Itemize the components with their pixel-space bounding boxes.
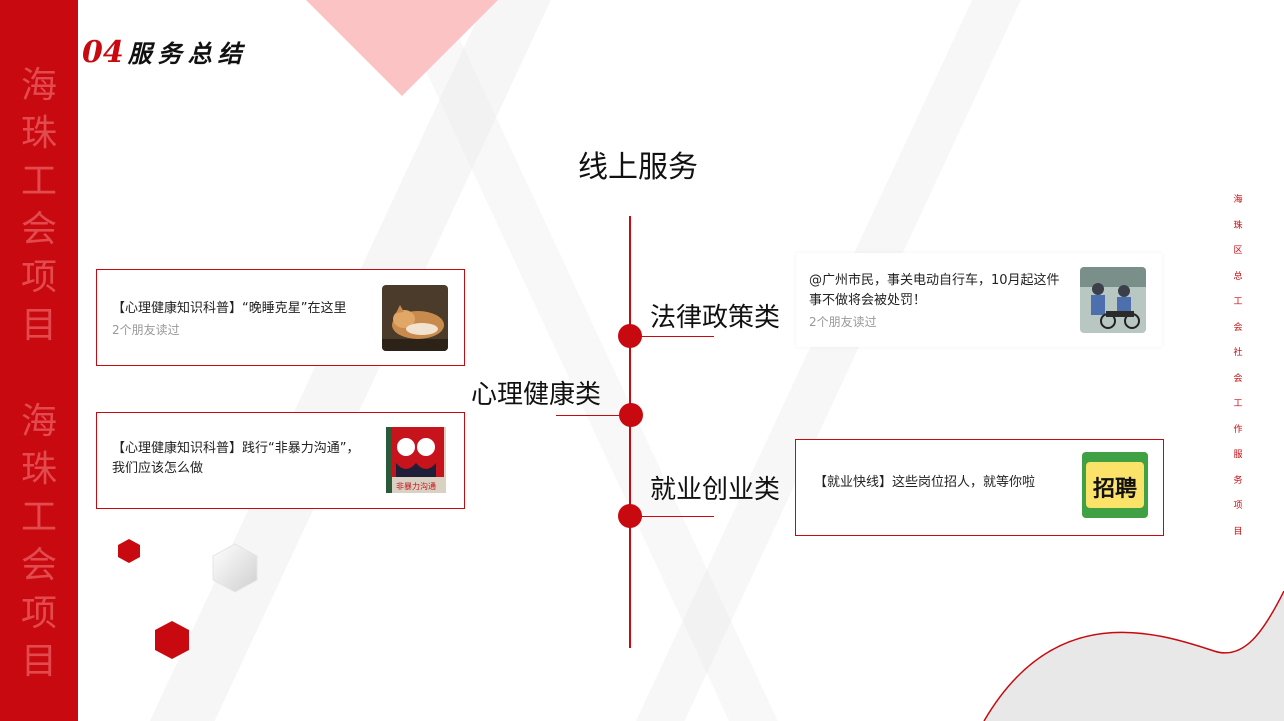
side-band-char: 工 (20, 161, 57, 202)
project-label-char: 总 (1233, 271, 1243, 282)
project-label-char: 工 (1233, 297, 1243, 307)
article-title: 【就业快线】这些岗位招人，就等你啦 (814, 475, 1036, 490)
connector-mental (556, 415, 630, 416)
police-thumbnail (1080, 267, 1146, 333)
side-band-char: 海 (20, 401, 57, 442)
category-mental: 心理健康类 (471, 380, 602, 410)
side-band-char: 项 (20, 593, 57, 634)
decor-triangle (306, 0, 498, 96)
side-band-char: 目 (20, 641, 57, 682)
side-band-char: 项 (20, 257, 57, 298)
project-label-char: 工 (1233, 399, 1243, 409)
main-title: 线上服务 (578, 150, 698, 185)
book-thumbnail: 非暴力沟通 (386, 427, 446, 493)
project-label-char: 务 (1233, 475, 1243, 486)
side-band-char: 会 (20, 545, 57, 586)
side-band-char: 珠 (20, 449, 57, 490)
read-count: 2个朋友读过 (809, 315, 877, 329)
side-band-char: 会 (20, 209, 57, 250)
side-band-char: 目 (20, 305, 57, 346)
project-label-char: 区 (1233, 246, 1243, 256)
connector-employment (630, 516, 714, 517)
section-number: 04 (82, 35, 124, 70)
project-vertical-label: 海珠区总工会社会工作服务项目 (1232, 188, 1244, 545)
side-band-char: 珠 (20, 113, 57, 154)
hexagon-small-red (118, 539, 140, 563)
project-label-char: 海 (1233, 195, 1243, 205)
timeline-line (629, 216, 631, 648)
book-title-text: 非暴力沟通 (396, 481, 436, 491)
hexagon-red (155, 621, 189, 659)
article-card-jobs[interactable]: 【就业快线】这些岗位招人，就等你啦 招聘 (795, 439, 1164, 536)
article-card-sleep[interactable]: 【心理健康知识科普】“晚睡克星”在这里 2个朋友读过 (96, 269, 465, 366)
police-photo-image (1080, 267, 1146, 333)
hiring-text: 招聘 (1093, 477, 1137, 502)
book-cover-image: 非暴力沟通 (386, 427, 446, 493)
hexagon-white (212, 543, 258, 593)
section-title: 服务总结 (127, 39, 248, 68)
project-label-char: 会 (1233, 322, 1243, 333)
side-band-char: 工 (20, 497, 57, 538)
article-card-ebike[interactable]: @广州市民，事关电动自行车，10月起这件事不做将会被处罚！ 2个朋友读过 (796, 253, 1162, 347)
category-law: 法律政策类 (650, 303, 781, 333)
project-label-char: 社 (1233, 348, 1243, 358)
project-label-char: 珠 (1233, 220, 1243, 231)
article-card-communication[interactable]: 【心理健康知识科普】践行“非暴力沟通”，我们应该怎么做 非暴力沟通 (96, 412, 465, 509)
side-band: 海珠工会项目海珠工会项目 (0, 0, 78, 721)
article-title: @广州市民，事关电动自行车，10月起这件事不做将会被处罚！ (809, 273, 1060, 308)
sleeping-cat-image (382, 285, 448, 351)
cat-thumbnail (382, 285, 448, 351)
project-label-char: 目 (1233, 526, 1243, 537)
project-label-char: 会 (1233, 373, 1243, 384)
article-title: 【心理健康知识科普】践行“非暴力沟通”，我们应该怎么做 (112, 441, 360, 476)
project-label-char: 项 (1233, 501, 1243, 511)
hiring-poster-image: 招聘 (1082, 452, 1148, 518)
decor-wave (983, 591, 1284, 721)
category-employment: 就业创业类 (650, 475, 781, 505)
article-title: 【心理健康知识科普】“晚睡克星”在这里 (112, 301, 347, 316)
project-label-char: 作 (1233, 424, 1243, 435)
section-heading: 04 服务总结 (82, 34, 248, 70)
side-band-char: 海 (20, 65, 57, 106)
read-count: 2个朋友读过 (112, 323, 180, 337)
hiring-thumbnail: 招聘 (1082, 452, 1148, 518)
project-label-char: 服 (1233, 450, 1243, 460)
connector-law (630, 336, 714, 337)
side-band-text: 海珠工会项目海珠工会项目 (0, 62, 78, 686)
